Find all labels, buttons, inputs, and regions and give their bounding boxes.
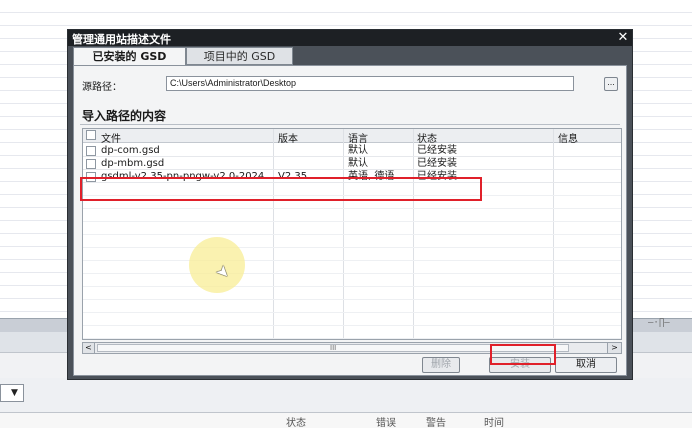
delete-button[interactable]: 删除 [422,357,460,373]
table-header: 文件 版本 语言 状态 信息 [83,129,621,145]
scroll-thumb[interactable]: III [97,344,569,352]
checkbox-icon[interactable] [86,130,96,140]
section-divider [80,124,620,125]
table-row[interactable]: dp-com.gsd 默认 已经安装 [83,145,621,157]
empty-row [83,262,621,274]
row-version: V2.35 [278,171,308,182]
row-status: 已经安装 [417,145,457,156]
row-language: 默认 [348,145,368,156]
dialog-title: 管理通用站描述文件 [72,33,171,46]
background-zoom-control[interactable]: —·∏— [648,318,692,332]
empty-row [83,288,621,300]
row-language: 默认 [348,158,368,169]
empty-row [83,184,621,196]
scroll-left-icon[interactable]: < [83,343,95,353]
empty-row [83,236,621,248]
column-info[interactable]: 信息 [558,130,578,145]
tab-installed-gsd[interactable]: 已安装的 GSD [73,47,186,65]
empty-row [83,249,621,261]
empty-row [83,223,621,235]
empty-row [83,197,621,209]
checkbox-icon[interactable] [86,159,96,169]
empty-row [83,275,621,287]
row-file: gsdml-v2.35-pn-pngw-v2.0-2024... [101,171,274,182]
table-row[interactable]: gsdml-v2.35-pn-pngw-v2.0-2024... V2.35 英… [83,171,621,183]
row-file: dp-mbm.gsd [101,158,165,169]
install-button[interactable]: 安装 [489,357,551,373]
background-status-bar: 状态 错误 警告 时间 [0,412,692,428]
source-path-label: 源路径： [82,82,122,93]
checkbox-icon[interactable] [86,146,96,156]
background-dropdown[interactable]: ▼ [0,384,24,402]
row-status: 已经安装 [417,158,457,169]
section-title: 导入路径的内容 [82,109,167,123]
empty-row [83,327,621,339]
column-language[interactable]: 语言 [348,130,368,145]
bottom-column-warning: 警告 [426,418,446,428]
bottom-column-error: 错误 [376,418,396,428]
horizontal-scrollbar[interactable]: < III > [82,342,622,354]
scroll-right-icon[interactable]: > [607,343,621,353]
empty-row [83,314,621,326]
row-status: 已经安装 [417,171,457,182]
column-status[interactable]: 状态 [417,130,437,145]
close-icon[interactable]: ✕ [616,30,630,45]
row-language: 英语, 德语 [348,171,395,182]
column-version[interactable]: 版本 [278,130,298,145]
dialog-content: 源路径： C:\Users\Administrator\Desktop ... … [73,65,627,376]
bottom-column-time: 时间 [484,418,504,428]
browse-icon[interactable]: ... [604,77,618,91]
row-file: dp-com.gsd [101,145,160,156]
bottom-column-status: 状态 [286,418,306,428]
tab-project-gsd[interactable]: 项目中的 GSD [186,47,293,65]
table-row[interactable]: dp-mbm.gsd 默认 已经安装 [83,158,621,170]
gsd-file-table: 文件 版本 语言 状态 信息 dp-com.gsd 默认 已经安装 dp-mbm… [82,128,622,340]
checkbox-icon[interactable] [86,172,96,182]
manage-gsd-dialog: 管理通用站描述文件 ✕ 已安装的 GSD 项目中的 GSD 源路径： C:\Us… [67,29,633,380]
cancel-button[interactable]: 取消 [555,357,617,373]
dialog-title-bar[interactable]: 管理通用站描述文件 ✕ [68,30,632,46]
chevron-down-icon: ▼ [11,388,18,398]
empty-row [83,301,621,313]
column-file[interactable]: 文件 [101,130,121,145]
source-path-field[interactable]: C:\Users\Administrator\Desktop [166,76,574,91]
empty-row [83,210,621,222]
scroll-grip-icon: III [330,344,337,352]
